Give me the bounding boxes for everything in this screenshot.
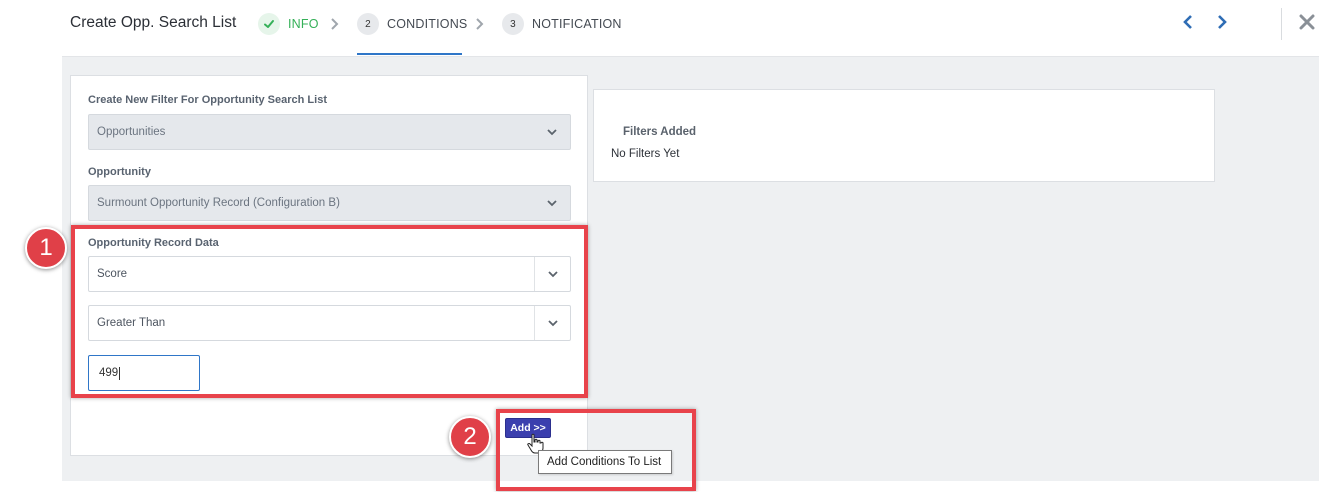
opportunity-value: Surmount Opportunity Record (Configurati… [97, 197, 340, 209]
step-info[interactable]: INFO [258, 13, 319, 35]
step-badge-2: 2 [449, 416, 491, 458]
filter-form-heading: Create New Filter For Opportunity Search… [88, 94, 327, 106]
step-number: 3 [502, 13, 524, 35]
check-icon [258, 13, 280, 35]
chevron-down-icon [534, 115, 570, 149]
step-notification-label: NOTIFICATION [532, 17, 622, 31]
close-icon[interactable] [1299, 14, 1315, 30]
opportunity-select[interactable]: Surmount Opportunity Record (Configurati… [88, 185, 571, 221]
step-number: 2 [357, 13, 379, 35]
opportunity-label: Opportunity [88, 166, 151, 178]
page: Create Opp. Search List INFO 2 CONDITION… [0, 0, 1319, 492]
filters-empty-text: No Filters Yet [611, 148, 680, 160]
step-conditions[interactable]: 2 CONDITIONS [357, 13, 467, 35]
highlight-box-2 [496, 409, 696, 491]
step-notification[interactable]: 3 NOTIFICATION [502, 13, 622, 35]
header-vertical-divider [1281, 8, 1282, 40]
page-title: Create Opp. Search List [70, 14, 237, 31]
chevron-right-icon[interactable] [1214, 14, 1230, 30]
step-info-label: INFO [288, 17, 319, 31]
highlight-box-1 [71, 225, 588, 398]
chevron-right-icon [476, 18, 484, 30]
chevron-down-icon [534, 186, 570, 220]
filters-added-title: Filters Added [623, 126, 697, 138]
step-conditions-label: CONDITIONS [387, 17, 468, 31]
chevron-right-icon [331, 18, 339, 30]
step-badge-1: 1 [25, 227, 67, 269]
active-tab-indicator [357, 53, 462, 55]
chevron-left-icon[interactable] [1180, 14, 1196, 30]
filter-type-value: Opportunities [97, 126, 166, 138]
filter-type-select[interactable]: Opportunities [88, 114, 571, 150]
